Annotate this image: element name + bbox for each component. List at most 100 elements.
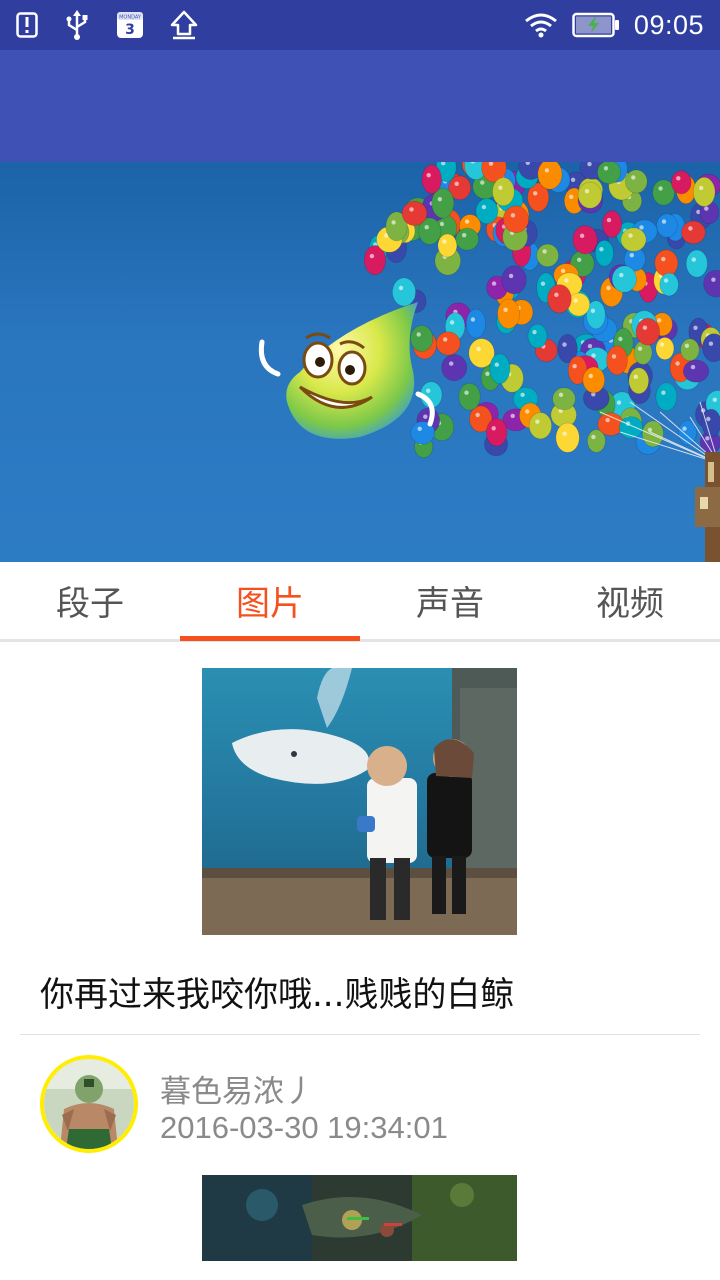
balloon-highlight	[558, 392, 564, 397]
balloon-highlight	[442, 239, 447, 244]
balloon-highlight	[508, 273, 514, 279]
balloon-highlight	[533, 191, 538, 196]
balloon	[680, 338, 700, 362]
usb-icon	[64, 10, 90, 40]
balloon-highlight	[409, 207, 414, 212]
balloon-highlight	[642, 325, 648, 330]
balloon-highlight	[629, 253, 634, 258]
balloon-highlight	[647, 427, 653, 433]
balloon-highlight	[663, 278, 669, 283]
balloon	[611, 265, 637, 293]
balloon-highlight	[619, 272, 624, 278]
balloon-highlight	[639, 225, 644, 230]
balloon-highlight	[577, 257, 582, 262]
wifi-icon	[524, 12, 558, 38]
balloon-highlight	[369, 253, 375, 259]
balloon-highlight	[423, 414, 428, 419]
balloon-highlight	[616, 400, 622, 405]
balloon-highlight	[525, 409, 530, 414]
balloon	[572, 225, 598, 255]
balloon	[597, 162, 621, 185]
balloon-highlight	[424, 225, 429, 230]
balloon-highlight	[416, 332, 421, 337]
balloon-highlight	[481, 204, 487, 210]
balloon-highlight	[560, 268, 566, 274]
balloon	[489, 353, 511, 385]
balloon-highlight	[449, 361, 454, 366]
balloon-highlight	[426, 173, 431, 178]
tab-video[interactable]: 视频	[540, 562, 720, 639]
balloon-highlight	[544, 168, 550, 173]
balloon-highlight	[690, 364, 696, 370]
balloon	[606, 345, 628, 376]
app-bar	[0, 50, 720, 162]
balloon	[594, 239, 614, 267]
balloon-highlight	[708, 341, 714, 346]
balloon-highlight	[682, 426, 687, 431]
post-author[interactable]: 暮色易浓丿	[160, 1066, 315, 1111]
balloon-highlight	[498, 185, 503, 190]
balloon-highlight	[661, 390, 666, 395]
balloon	[547, 284, 572, 314]
balloon-highlight	[704, 206, 709, 211]
balloon-highlight	[693, 325, 698, 330]
balloon-highlight	[470, 317, 476, 322]
app-screen: MONDAY 3 09:05 段子 图片 声音 视频 你再过来我咬你哦...贱贱…	[0, 0, 720, 1280]
balloon-highlight	[591, 434, 596, 440]
balloon-highlight	[491, 426, 496, 431]
balloon-highlight	[603, 166, 609, 171]
balloon-highlight	[628, 233, 633, 238]
balloon-highlight	[439, 221, 445, 227]
balloon-highlight	[606, 217, 612, 223]
banner-image[interactable]	[0, 162, 720, 562]
calendar-icon: MONDAY 3	[116, 11, 144, 39]
balloon	[641, 420, 664, 448]
balloon	[681, 220, 706, 245]
battery-charging-icon	[572, 12, 620, 38]
balloon	[391, 277, 416, 307]
balloon	[624, 169, 648, 194]
post-image[interactable]	[202, 668, 517, 935]
balloon-highlight	[676, 176, 681, 181]
balloon-highlight	[510, 413, 515, 419]
balloon-highlight	[706, 416, 711, 422]
balloon	[655, 336, 675, 360]
balloon-highlight	[618, 336, 623, 342]
balloon	[635, 317, 661, 346]
post-image[interactable]	[202, 1175, 517, 1261]
balloon	[497, 298, 521, 330]
tab-jokes[interactable]: 段子	[0, 562, 180, 639]
balloon	[552, 387, 576, 411]
balloon	[682, 359, 710, 383]
post-title[interactable]: 你再过来我咬你哦...贱贱的白鲸	[40, 967, 514, 1016]
balloon-highlight	[684, 343, 690, 348]
balloon-highlight	[520, 392, 525, 397]
post-feed[interactable]: 你再过来我咬你哦...贱贱的白鲸 暮色易浓丿 2016-03-30 19:34:…	[0, 642, 720, 1280]
balloon-highlight	[588, 373, 593, 379]
balloon-highlight	[573, 298, 578, 303]
balloon-highlight	[426, 388, 431, 393]
balloon-highlight	[599, 247, 604, 252]
post-timestamp: 2016-03-30 19:34:01	[160, 1110, 448, 1145]
balloon-highlight	[590, 308, 596, 313]
upload-icon	[170, 10, 198, 40]
balloon	[654, 249, 679, 277]
balloon-highlight	[611, 354, 617, 359]
balloon	[475, 198, 499, 225]
balloon-highlight	[631, 175, 636, 180]
balloon	[582, 366, 606, 394]
balloon-highlight	[562, 342, 567, 347]
tab-pictures[interactable]: 图片	[180, 562, 360, 639]
balloon-highlight	[485, 371, 490, 376]
user-avatar[interactable]	[40, 1055, 138, 1153]
balloon	[441, 354, 468, 382]
balloon	[692, 176, 716, 207]
balloon	[577, 181, 603, 209]
balloon-highlight	[532, 329, 537, 335]
balloon	[401, 200, 428, 226]
calendar-day: 3	[125, 22, 135, 38]
tab-audio[interactable]: 声音	[360, 562, 540, 639]
balloon-highlight	[699, 185, 704, 191]
balloon-highlight	[659, 342, 665, 347]
balloon	[492, 177, 515, 207]
